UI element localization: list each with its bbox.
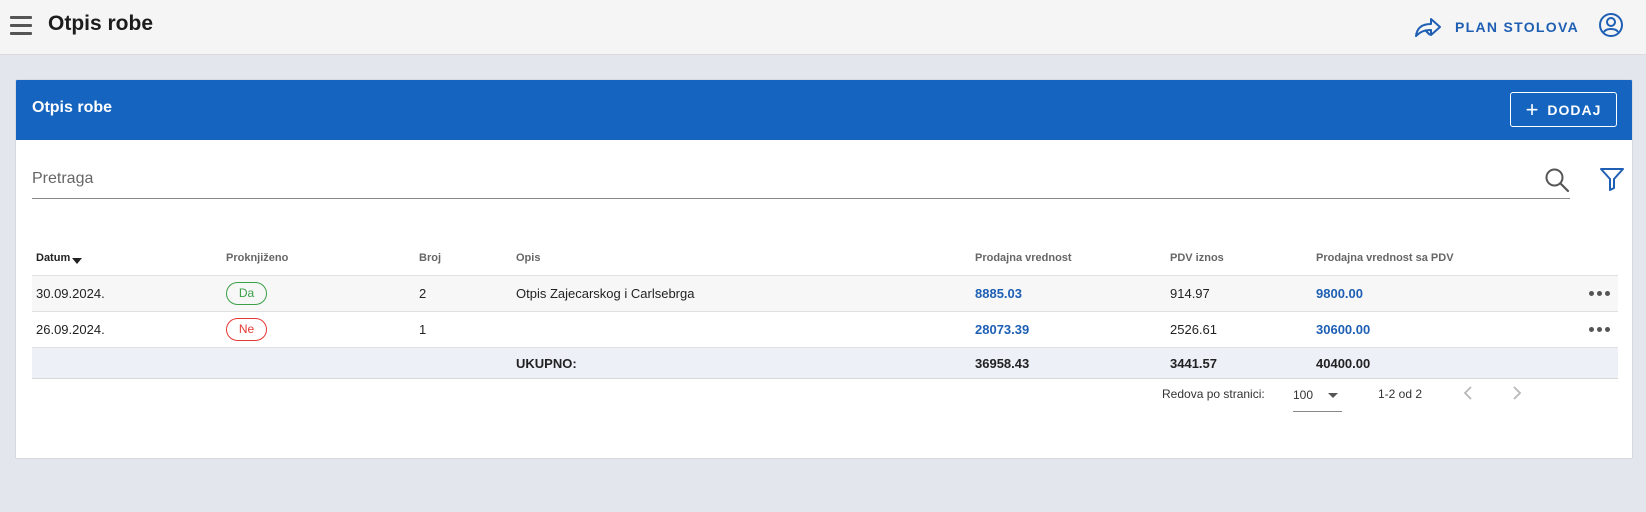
plan-stolova-label: PLAN STOLOVA <box>1455 19 1579 35</box>
cell-sale-value-vat: 30600.00 <box>1312 311 1512 348</box>
plan-stolova-link[interactable]: PLAN STOLOVA <box>1413 14 1579 40</box>
card-header: Otpis robe + DODAJ <box>16 80 1632 140</box>
column-header-actions <box>1512 240 1618 276</box>
sale-value-link[interactable]: 8885.03 <box>975 286 1022 301</box>
pagination: Redova po stranici: 100 1-2 od 2 <box>16 376 1632 412</box>
write-off-card: Otpis robe + DODAJ Datum Proknjiženo Bro… <box>15 79 1633 459</box>
add-button[interactable]: + DODAJ <box>1510 92 1617 127</box>
cell-posted: Ne <box>222 311 415 348</box>
cell-description: Otpis Zajecarskog i Carlsebrga <box>512 275 971 312</box>
column-header-opis[interactable]: Opis <box>512 240 971 276</box>
share-arrow-icon <box>1415 18 1441 37</box>
cell-description <box>512 311 971 348</box>
cell-actions <box>1512 275 1618 312</box>
column-header-pdv-iznos[interactable]: PDV iznos <box>1166 240 1312 276</box>
search-icon[interactable] <box>1544 167 1570 193</box>
status-badge: Ne <box>226 318 267 341</box>
hamburger-icon[interactable] <box>10 14 32 36</box>
top-app-bar: Otpis robe PLAN STOLOVA <box>0 0 1646 55</box>
column-header-proknjizeno[interactable]: Proknjiženo <box>222 240 415 276</box>
rows-per-page-value: 100 <box>1293 388 1314 402</box>
cell-date: 30.09.2024. <box>32 275 222 312</box>
status-badge: Da <box>226 282 267 305</box>
cell-sale-value: 28073.39 <box>971 311 1166 348</box>
more-horizontal-icon[interactable] <box>1589 291 1610 296</box>
rows-per-page-label: Redova po stranici: <box>1162 387 1265 401</box>
rows-per-page-select[interactable]: 100 <box>1293 379 1342 412</box>
add-button-label: DODAJ <box>1547 101 1602 118</box>
page-range: 1-2 od 2 <box>1378 387 1423 401</box>
plus-icon: + <box>1525 96 1540 122</box>
total-label: UKUPNO: <box>512 347 971 379</box>
total-sale-value: 36958.43 <box>971 347 1166 379</box>
account-circle-icon[interactable] <box>1598 12 1624 38</box>
sale-value-link[interactable]: 28073.39 <box>975 322 1029 337</box>
card-title: Otpis robe <box>32 99 113 116</box>
search-field <box>32 162 1570 199</box>
sale-value-vat-link[interactable]: 9800.00 <box>1316 286 1363 301</box>
page-title: Otpis robe <box>48 12 154 35</box>
cell-date: 26.09.2024. <box>32 311 222 348</box>
table-row[interactable]: 30.09.2024. Da 2 Otpis Zajecarskog i Car… <box>32 275 1618 312</box>
search-input[interactable] <box>32 162 1502 196</box>
table-row[interactable]: 26.09.2024. Ne 1 28073.39 2526.61 30600.… <box>32 311 1618 348</box>
cell-vat: 914.97 <box>1166 275 1312 312</box>
column-header-prodajna-vrednost[interactable]: Prodajna vrednost <box>971 240 1166 276</box>
filter-icon[interactable] <box>1599 166 1625 192</box>
column-header-prodajna-vrednost-sa-pdv[interactable]: Prodajna vrednost sa PDV <box>1312 240 1512 276</box>
column-header-broj[interactable]: Broj <box>415 240 512 276</box>
chevron-left-icon[interactable] <box>1460 384 1478 402</box>
cell-actions <box>1512 311 1618 348</box>
cell-posted: Da <box>222 275 415 312</box>
chevron-right-icon[interactable] <box>1507 384 1525 402</box>
cell-number: 1 <box>415 311 512 348</box>
table-header-row: Datum Proknjiženo Broj Opis Prodajna vre… <box>32 240 1618 276</box>
total-sale-value-vat: 40400.00 <box>1312 347 1512 379</box>
sort-descending-icon <box>72 257 83 264</box>
cell-vat: 2526.61 <box>1166 311 1312 348</box>
total-vat: 3441.57 <box>1166 347 1312 379</box>
more-horizontal-icon[interactable] <box>1589 327 1610 332</box>
caret-down-icon <box>1328 393 1338 398</box>
sale-value-vat-link[interactable]: 30600.00 <box>1316 322 1370 337</box>
write-off-table: Datum Proknjiženo Broj Opis Prodajna vre… <box>32 240 1618 379</box>
cell-sale-value: 8885.03 <box>971 275 1166 312</box>
column-header-datum[interactable]: Datum <box>32 240 222 276</box>
cell-sale-value-vat: 9800.00 <box>1312 275 1512 312</box>
cell-number: 2 <box>415 275 512 312</box>
total-row: UKUPNO: 36958.43 3441.57 40400.00 <box>32 347 1618 379</box>
